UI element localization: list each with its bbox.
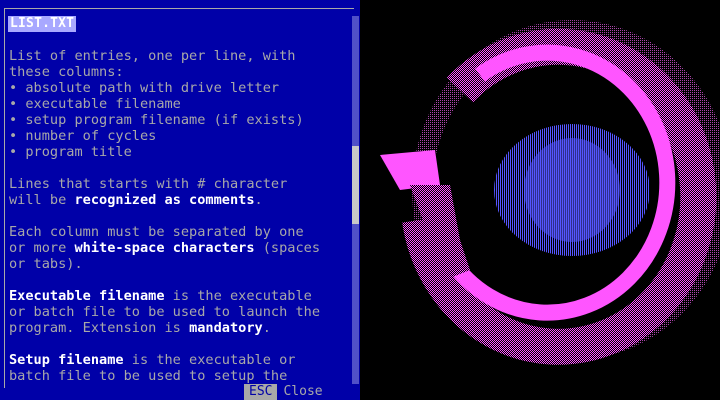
status-bar: ESC Close	[244, 384, 327, 400]
help-line: Lines that starts with # character	[9, 176, 351, 192]
help-text-segment: will be	[9, 192, 75, 208]
help-line: these columns:	[9, 64, 351, 80]
logo-hook	[380, 150, 440, 190]
esc-key-button[interactable]: ESC	[244, 384, 278, 400]
help-text-segment: program. Extension is	[9, 320, 190, 336]
help-window: LIST.TXT List of entries, one per line, …	[0, 0, 360, 400]
help-text-segment: is the executable	[164, 288, 312, 304]
help-line	[9, 272, 351, 288]
help-line: • program title	[9, 144, 351, 160]
highlighted-term: white-space characters	[74, 240, 255, 256]
help-text-segment: or batch file to be used to launch the	[9, 304, 320, 320]
help-text-segment: these columns:	[9, 64, 124, 80]
help-text-segment: or tabs).	[9, 256, 83, 272]
highlighted-term: Executable filename	[9, 288, 165, 304]
help-text: List of entries, one per line, with these…	[9, 48, 351, 384]
highlighted-term: Setup filename	[9, 352, 124, 368]
help-text-segment: • number of cycles	[9, 128, 157, 144]
help-text-segment: Lines that starts with # character	[9, 176, 288, 192]
close-label[interactable]: Close	[283, 384, 326, 400]
help-line: List of entries, one per line, with	[9, 48, 351, 64]
help-text-segment: List of entries, one per line, with	[9, 48, 296, 64]
window-title: LIST.TXT	[8, 16, 77, 32]
help-text-segment: Each column must be separated by one	[9, 224, 304, 240]
help-text-segment: (spaces	[254, 240, 321, 256]
help-text-segment: or more	[9, 240, 75, 256]
pixel-ring-logo-icon	[380, 20, 720, 365]
help-line: will be recognized as comments.	[9, 192, 351, 208]
help-line	[9, 336, 351, 352]
help-text-segment: batch file to be used to setup the	[9, 368, 288, 384]
help-text-segment: is the executable or	[123, 352, 296, 368]
help-line: or tabs).	[9, 256, 351, 272]
help-line: Setup filename is the executable or	[9, 352, 351, 368]
help-line: • executable filename	[9, 96, 351, 112]
help-line: program. Extension is mandatory.	[9, 320, 351, 336]
help-text-segment: .	[262, 320, 271, 336]
help-line: • number of cycles	[9, 128, 351, 144]
help-line: or more white-space characters (spaces	[9, 240, 351, 256]
window-frame-left	[4, 8, 5, 388]
help-text-segment: • absolute path with drive letter	[9, 80, 280, 96]
help-line: or batch file to be used to launch the	[9, 304, 351, 320]
help-text-segment: .	[254, 192, 263, 208]
help-line: Each column must be separated by one	[9, 224, 351, 240]
logo-disc-core	[524, 138, 620, 242]
scrollbar-thumb[interactable]	[352, 146, 359, 224]
help-text-segment: • executable filename	[9, 96, 181, 112]
help-text-segment: • program title	[9, 144, 132, 160]
help-text-segment: • setup program filename (if exists)	[9, 112, 304, 128]
logo-panel	[360, 0, 720, 400]
highlighted-term: recognized as comments	[74, 192, 255, 208]
help-line	[9, 160, 351, 176]
help-line: • absolute path with drive letter	[9, 80, 351, 96]
help-line: Executable filename is the executable	[9, 288, 351, 304]
window-frame-top	[4, 8, 354, 9]
help-line	[9, 208, 351, 224]
help-line: batch file to be used to setup the	[9, 368, 351, 384]
help-line: • setup program filename (if exists)	[9, 112, 351, 128]
highlighted-term: mandatory	[189, 320, 263, 336]
